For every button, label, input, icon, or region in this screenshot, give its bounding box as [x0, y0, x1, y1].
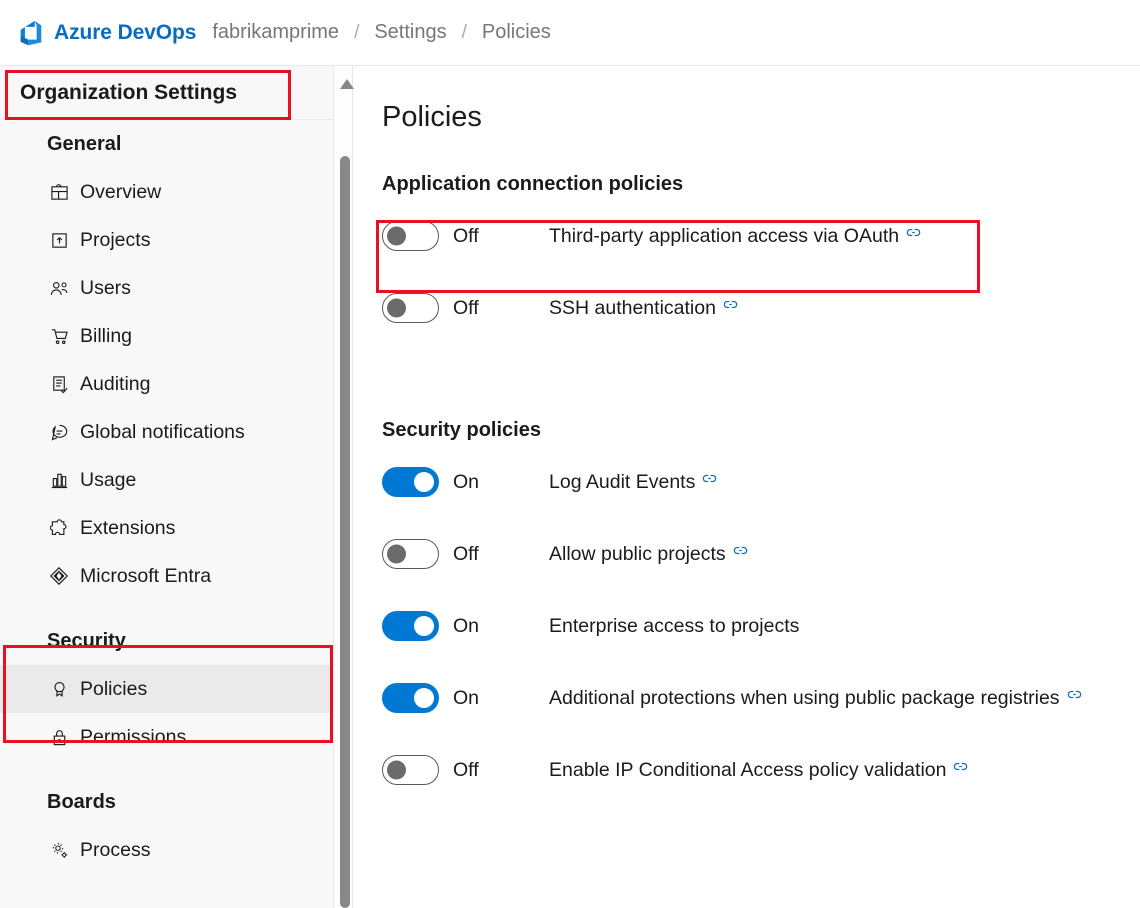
sidebar-item-label: Global notifications: [80, 420, 245, 443]
permissions-icon: [47, 726, 71, 748]
toggle-state-label: On: [453, 614, 480, 637]
sidebar-item-label: Permissions: [80, 725, 187, 748]
organization-settings-label: Organization Settings: [20, 80, 238, 104]
link-icon[interactable]: [702, 472, 717, 490]
section-title-security-policies: Security policies: [382, 419, 541, 441]
link-icon[interactable]: [723, 298, 738, 316]
breadcrumb-separator: /: [354, 21, 360, 43]
toggle-knob: [387, 226, 406, 246]
brand-name[interactable]: Azure DevOps: [54, 21, 196, 45]
notifications-icon: [47, 421, 71, 443]
toggle-state-label: Off: [453, 224, 479, 247]
link-icon[interactable]: [733, 544, 748, 562]
sidebar-item-auditing[interactable]: Auditing: [0, 360, 333, 408]
policy-row-enterprise-access-to-projects: On Enterprise access to projects: [382, 604, 1140, 648]
toggle-enterprise-access-to-projects[interactable]: [382, 611, 439, 641]
projects-icon: [47, 229, 71, 251]
auditing-icon: [47, 373, 71, 395]
toggle-enable-ip-conditional-access[interactable]: [382, 755, 439, 785]
page-title: Policies: [382, 101, 482, 133]
sidebar-item-label: Users: [80, 276, 131, 299]
sidebar-item-label: Process: [80, 838, 151, 861]
policies-icon: [47, 678, 71, 700]
sidebar-group-general: General: [47, 132, 122, 155]
toggle-knob: [414, 688, 434, 708]
sidebar-item-global-notifications[interactable]: Global notifications: [0, 408, 333, 456]
link-icon[interactable]: [1067, 688, 1082, 706]
overview-icon: [47, 181, 71, 203]
sidebar-item-overview[interactable]: Overview: [0, 168, 333, 216]
sidebar-item-usage[interactable]: Usage: [0, 456, 333, 504]
policy-row-enable-ip-conditional-access: Off Enable IP Conditional Access policy …: [382, 748, 1140, 792]
toggle-knob: [387, 298, 406, 318]
toggle-state-label: Off: [453, 296, 479, 319]
sidebar-item-label: Auditing: [80, 372, 151, 395]
sidebar-item-projects[interactable]: Projects: [0, 216, 333, 264]
sidebar-item-policies[interactable]: Policies: [0, 665, 333, 713]
sidebar-item-label: Usage: [80, 468, 137, 491]
extensions-icon: [47, 517, 71, 539]
breadcrumb-organization[interactable]: fabrikamprime: [212, 21, 339, 44]
toggle-state-label: Off: [453, 542, 479, 565]
policy-label: Enterprise access to projects: [549, 614, 800, 637]
toggle-log-audit-events[interactable]: [382, 467, 439, 497]
top-header: Azure DevOps fabrikamprime / Settings / …: [0, 0, 1140, 66]
policy-row-allow-public-projects: Off Allow public projects: [382, 532, 1140, 576]
breadcrumb-separator: /: [461, 21, 467, 43]
toggle-knob: [414, 616, 434, 636]
sidebar-item-label: Extensions: [80, 516, 176, 539]
sidebar-item-billing[interactable]: Billing: [0, 312, 333, 360]
toggle-state-label: Off: [453, 758, 479, 781]
policy-row-third-party-oauth: Off Third-party application access via O…: [382, 214, 1140, 258]
policy-label: Log Audit Events: [549, 470, 696, 493]
sidebar-item-users[interactable]: Users: [0, 264, 333, 312]
sidebar-scrollbar-thumb[interactable]: [340, 156, 350, 908]
policy-row-ssh-authentication: Off SSH authentication: [382, 286, 1140, 330]
policy-row-additional-protections: On Additional protections when using pub…: [382, 676, 1140, 720]
organization-settings-title: Organization Settings: [0, 66, 333, 120]
section-title-application-connection: Application connection policies: [382, 173, 684, 195]
usage-icon: [47, 469, 71, 491]
policies-main-content: Policies Application connection policies…: [354, 66, 1140, 908]
users-icon: [47, 277, 71, 299]
policy-label: SSH authentication: [549, 296, 716, 319]
toggle-third-party-oauth[interactable]: [382, 221, 439, 251]
policy-label: Enable IP Conditional Access policy vali…: [549, 758, 947, 781]
toggle-knob: [387, 760, 406, 780]
policy-label: Third-party application access via OAuth: [549, 224, 900, 247]
toggle-knob: [414, 472, 434, 492]
toggle-knob: [387, 544, 406, 564]
sidebar-item-label: Projects: [80, 228, 151, 251]
billing-icon: [47, 325, 71, 347]
sidebar-item-label: Microsoft Entra: [80, 564, 212, 587]
sidebar-group-boards: Boards: [47, 790, 116, 813]
policy-row-log-audit-events: On Log Audit Events: [382, 460, 1140, 504]
sidebar-item-label: Overview: [80, 180, 162, 203]
toggle-allow-public-projects[interactable]: [382, 539, 439, 569]
azure-devops-logo[interactable]: [0, 18, 54, 48]
scroll-up-arrow-icon[interactable]: [340, 79, 354, 89]
link-icon[interactable]: [906, 226, 921, 244]
sidebar-item-microsoft-entra[interactable]: Microsoft Entra: [0, 552, 333, 600]
toggle-state-label: On: [453, 470, 480, 493]
sidebar-group-security: Security: [47, 629, 126, 652]
toggle-ssh-authentication[interactable]: [382, 293, 439, 323]
breadcrumb-settings[interactable]: Settings: [374, 21, 446, 44]
toggle-additional-protections[interactable]: [382, 683, 439, 713]
sidebar-item-label: Policies: [80, 677, 148, 700]
sidebar-item-label: Billing: [80, 324, 133, 347]
link-icon[interactable]: [953, 760, 968, 778]
policy-label: Allow public projects: [549, 542, 726, 565]
sidebar-item-process[interactable]: Process: [0, 826, 333, 874]
sidebar-item-permissions[interactable]: Permissions: [0, 713, 333, 761]
breadcrumb-policies[interactable]: Policies: [482, 21, 551, 44]
sidebar-item-extensions[interactable]: Extensions: [0, 504, 333, 552]
entra-icon: [47, 565, 71, 587]
breadcrumb: fabrikamprime / Settings / Policies: [212, 21, 550, 44]
settings-sidebar: Organization Settings General Overview P…: [0, 66, 334, 908]
policy-label: Additional protections when using public…: [549, 686, 1060, 709]
toggle-state-label: On: [453, 686, 480, 709]
azure-devops-logo-icon: [20, 20, 42, 45]
process-icon: [47, 839, 71, 861]
